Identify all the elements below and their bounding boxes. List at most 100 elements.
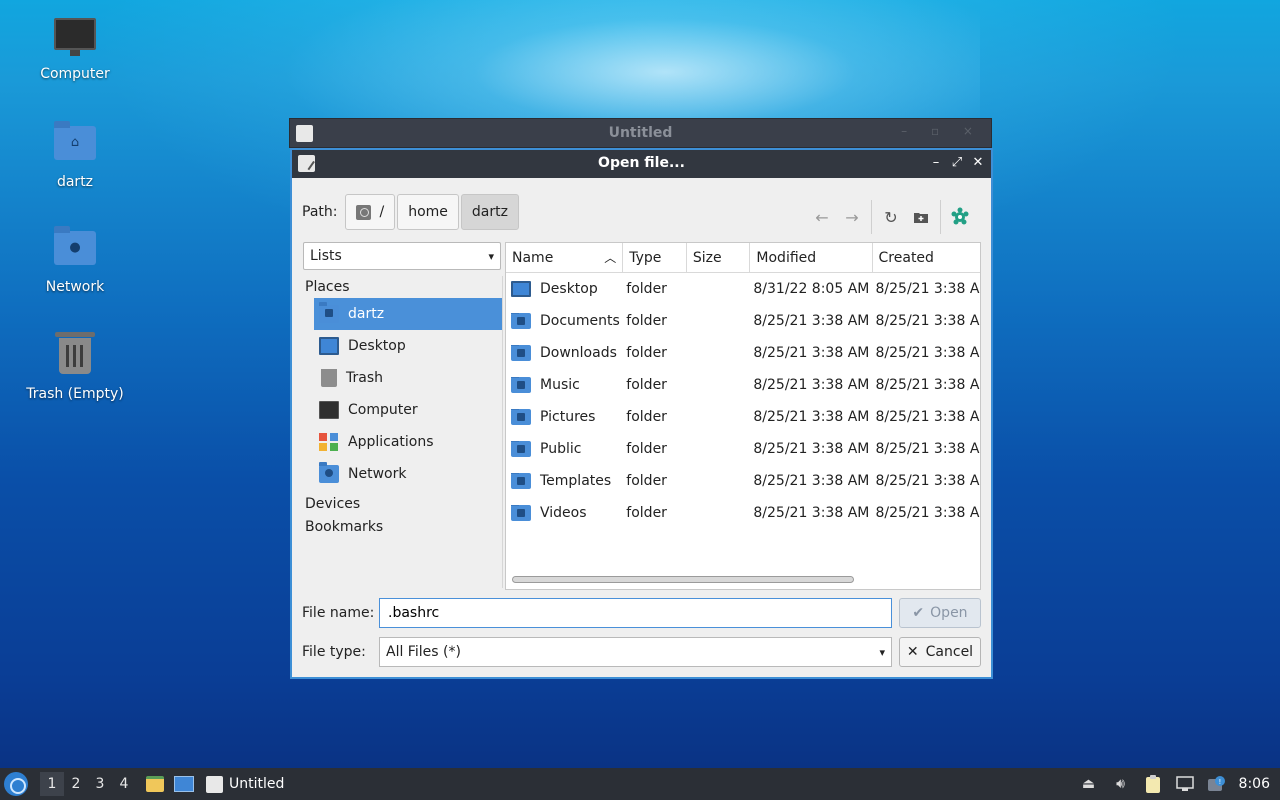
file-modified-cell: 8/25/21 3:38 AM bbox=[753, 377, 870, 393]
taskbar-window-untitled[interactable]: Untitled bbox=[206, 775, 284, 793]
workspace-4[interactable]: 4 bbox=[112, 772, 136, 796]
file-type-cell: folder bbox=[626, 441, 667, 457]
path-bar: Path: / home dartz bbox=[302, 194, 521, 230]
file-name: Desktop bbox=[540, 281, 598, 297]
column-header-type[interactable]: Type bbox=[623, 243, 687, 273]
file-created-cell: 8/25/21 3:38 AM bbox=[875, 505, 980, 521]
eject-icon[interactable]: ⏏ bbox=[1079, 775, 1099, 793]
column-header-name[interactable]: Name ︿ bbox=[506, 243, 624, 273]
clock[interactable]: 8:06 bbox=[1239, 776, 1270, 792]
file-row[interactable]: Pictures folder 8/25/21 3:38 AM 8/25/21 3:3… bbox=[506, 401, 980, 433]
file-name: Downloads bbox=[540, 345, 617, 361]
notification-icon[interactable]: ! bbox=[1207, 775, 1227, 793]
desktop-icon-home[interactable]: ⌂ dartz bbox=[20, 120, 130, 190]
workspace-2[interactable]: 2 bbox=[64, 772, 88, 796]
file-row[interactable]: Desktop folder 8/31/22 8:05 AM 8/25/21 3:38… bbox=[506, 273, 980, 305]
close-button[interactable]: ✕ bbox=[969, 154, 987, 172]
doc-folder-icon bbox=[511, 313, 531, 329]
devices-section[interactable]: Devices bbox=[305, 496, 360, 512]
file-created-cell: 8/25/21 3:38 AM bbox=[875, 345, 980, 361]
new-folder-icon[interactable] bbox=[906, 204, 936, 230]
file-name-cell: Downloads bbox=[506, 345, 623, 361]
file-modified-cell: 8/31/22 8:05 AM bbox=[753, 281, 870, 297]
column-header-created[interactable]: Created bbox=[873, 243, 980, 273]
places-pane: Places dartz Desktop Trash Computer Appl… bbox=[303, 276, 503, 588]
dialog-toolbar: ← → ↻ bbox=[807, 200, 975, 234]
workspace-1[interactable]: 1 bbox=[40, 772, 64, 796]
file-modified-cell: 8/25/21 3:38 AM bbox=[753, 313, 870, 329]
file-name: Templates bbox=[540, 473, 612, 489]
back-arrow-icon[interactable]: ← bbox=[807, 204, 837, 230]
svg-text:!: ! bbox=[1218, 778, 1221, 786]
desktop-icon-computer[interactable]: Computer bbox=[20, 14, 130, 82]
path-crumb-dartz[interactable]: dartz bbox=[460, 194, 519, 230]
picture-folder-icon bbox=[511, 409, 531, 425]
cancel-button[interactable]: ✕ Cancel bbox=[899, 637, 981, 667]
forward-arrow-icon[interactable]: → bbox=[837, 204, 867, 230]
template-folder-icon bbox=[511, 473, 531, 489]
desktop-icon bbox=[319, 337, 339, 355]
path-crumb-label: / bbox=[379, 204, 385, 220]
show-desktop-icon[interactable] bbox=[174, 776, 194, 792]
check-icon: ✔ bbox=[912, 605, 925, 621]
file-name: Music bbox=[540, 377, 580, 393]
start-menu-icon[interactable] bbox=[4, 772, 28, 796]
file-name-cell: Documents bbox=[506, 313, 623, 329]
maximize-button[interactable]: ⤢ bbox=[948, 154, 966, 172]
file-row[interactable]: Music folder 8/25/21 3:38 AM 8/25/21 3:38 A… bbox=[506, 369, 980, 401]
workspace-3[interactable]: 3 bbox=[88, 772, 112, 796]
file-row[interactable]: Videos folder 8/25/21 3:38 AM 8/25/21 3:38 … bbox=[506, 497, 980, 529]
file-type-label: File type: bbox=[302, 644, 366, 660]
place-item-computer[interactable]: Computer bbox=[314, 394, 502, 426]
background-window[interactable]: Untitled – ▫ × bbox=[289, 118, 992, 148]
reload-icon[interactable]: ↻ bbox=[876, 204, 906, 230]
file-name-input[interactable] bbox=[379, 598, 892, 628]
bookmarks-section[interactable]: Bookmarks bbox=[305, 519, 383, 535]
file-row[interactable]: Documents folder 8/25/21 3:38 AM 8/25/21 3:… bbox=[506, 305, 980, 337]
file-row[interactable]: Templates folder 8/25/21 3:38 AM 8/25/21 3:… bbox=[506, 465, 980, 497]
open-button[interactable]: ✔ Open bbox=[899, 598, 981, 628]
column-header-modified[interactable]: Modified bbox=[750, 243, 873, 273]
horizontal-scrollbar[interactable] bbox=[512, 576, 854, 583]
path-crumb-home[interactable]: home bbox=[397, 194, 459, 230]
place-item-trash[interactable]: Trash bbox=[314, 362, 502, 394]
desktop-icon-label: Network bbox=[45, 279, 105, 295]
place-item-network[interactable]: Network bbox=[314, 458, 502, 490]
window-title: Untitled bbox=[608, 125, 673, 141]
column-header-size[interactable]: Size bbox=[687, 243, 751, 273]
volume-icon[interactable]: 🔊︎ bbox=[1111, 775, 1131, 793]
place-label: Trash bbox=[346, 370, 383, 386]
network-connection-icon[interactable] bbox=[1175, 775, 1195, 793]
file-row[interactable]: Downloads folder 8/25/21 3:38 AM 8/25/21 3:… bbox=[506, 337, 980, 369]
path-crumb-root[interactable]: / bbox=[345, 194, 396, 230]
download-folder-icon bbox=[511, 345, 531, 361]
file-manager-icon[interactable] bbox=[146, 776, 164, 792]
home-folder-icon bbox=[319, 302, 339, 323]
trash-icon bbox=[321, 369, 337, 387]
path-label: Path: bbox=[302, 204, 338, 220]
desktop-icon-trash[interactable]: Trash (Empty) bbox=[20, 330, 130, 402]
place-label: Computer bbox=[348, 402, 418, 418]
file-row[interactable]: Public folder 8/25/21 3:38 AM 8/25/21 3:38 … bbox=[506, 433, 980, 465]
place-item-desktop[interactable]: Desktop bbox=[314, 330, 502, 362]
network-settings-icon[interactable] bbox=[945, 204, 975, 230]
file-name-cell: Public bbox=[506, 441, 623, 457]
file-type-select[interactable]: All Files (*) ▾ bbox=[379, 637, 892, 667]
place-label: Desktop bbox=[348, 338, 406, 354]
file-created-cell: 8/25/21 3:38 AM bbox=[875, 409, 980, 425]
minimize-button[interactable]: – bbox=[927, 154, 945, 172]
dialog-titlebar[interactable]: Open file... – ⤢ ✕ bbox=[292, 150, 991, 178]
column-label: Size bbox=[692, 250, 722, 266]
music-folder-icon bbox=[511, 377, 531, 393]
desktop-icon-network[interactable]: ● Network bbox=[20, 225, 130, 295]
network-folder-icon bbox=[319, 462, 339, 483]
side-pane-mode-select[interactable]: Lists ▾ bbox=[303, 242, 501, 270]
clipboard-icon[interactable] bbox=[1143, 775, 1163, 793]
side-pane-mode-value: Lists bbox=[310, 248, 342, 264]
place-label: Applications bbox=[348, 434, 434, 450]
places-header: Places bbox=[305, 279, 350, 295]
place-item-applications[interactable]: Applications bbox=[314, 426, 502, 458]
file-type-cell: folder bbox=[626, 473, 667, 489]
applications-icon bbox=[319, 433, 339, 451]
place-item-dartz[interactable]: dartz bbox=[314, 298, 502, 330]
